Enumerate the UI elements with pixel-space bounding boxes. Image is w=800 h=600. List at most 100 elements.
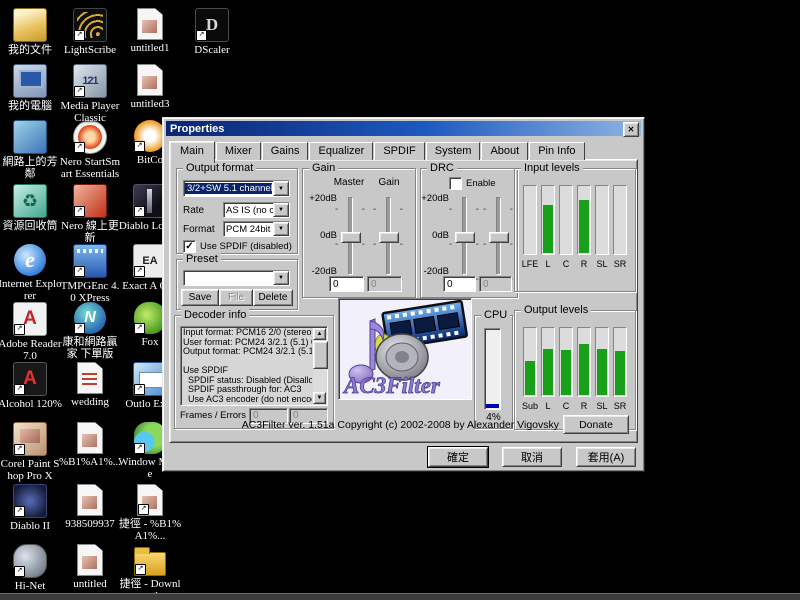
format-combo[interactable]: PCM 24bit ▼ [223, 221, 290, 237]
level-bar-sr [613, 185, 627, 255]
tab-pin-info[interactable]: Pin Info [529, 142, 584, 160]
version-text: AC3Filter ver. 1.51a Copyright (c) 2002-… [170, 419, 559, 431]
shortcut-arrow-icon: ↗ [14, 384, 25, 395]
tab-spdif[interactable]: SPDIF [374, 142, 424, 160]
output-format-group: Output format 3/2+SW 5.1 channels ▼ Rate… [176, 168, 298, 254]
close-button[interactable]: ✕ [623, 122, 639, 137]
desktop-icon-nero[interactable]: ↗Nero StartSmart Essentials [58, 120, 122, 180]
shortcut-arrow-icon: ↗ [134, 323, 145, 334]
slider-thumb[interactable] [489, 232, 509, 243]
master-value-input[interactable] [329, 276, 364, 292]
level-label: R [581, 401, 588, 411]
gain-slider[interactable] [381, 197, 395, 275]
desktop-icon-label: Internet Explorer [0, 278, 62, 302]
desktop-icon-tmpg[interactable]: ↗TMPGEnc 4.0 XPress [58, 244, 122, 304]
scroll-up-button[interactable]: ▲ [313, 328, 326, 340]
drc-slider-2[interactable] [491, 197, 505, 275]
level-label: SL [596, 401, 607, 411]
taskbar-edge [0, 593, 800, 600]
scroll-thumb[interactable] [313, 341, 328, 369]
desktop-icon-imgdoc[interactable]: untitled [58, 544, 122, 590]
desktop-icon-lightscribe[interactable]: ↗LightScribe [58, 8, 122, 56]
tab-about[interactable]: About [481, 142, 528, 160]
desktop-icon-ie[interactable]: Internet Explorer [0, 244, 62, 302]
slider-thumb[interactable] [341, 232, 361, 243]
level-column: LFE [522, 185, 538, 269]
desktop-icon-mpc[interactable]: ↗Media Player Classic [58, 64, 122, 124]
desktop-icon-imgdoc[interactable]: untitled1 [118, 8, 182, 54]
level-bar-r [577, 327, 591, 397]
tab-page: Output format 3/2+SW 5.1 channels ▼ Rate… [169, 159, 638, 443]
gain-title: Gain [309, 162, 338, 175]
doc-icon [77, 362, 103, 394]
ac3filter-logo-art: AC3Filter [339, 299, 469, 397]
preset-combo[interactable]: ▼ [183, 270, 290, 286]
apply-button[interactable]: 套用(A) [576, 447, 636, 467]
recycle-icon [13, 184, 47, 218]
drc-enable-checkbox[interactable]: ✓ [449, 177, 462, 190]
use-spdif-checkbox[interactable]: ✓ [183, 240, 196, 253]
desktop-icon-docs[interactable]: 我的文件 [0, 8, 62, 56]
desktop-icon-folder[interactable]: ↗捷徑 - Download [118, 544, 182, 600]
desktop-icon-network[interactable]: 網路上的芳鄰 [0, 120, 62, 180]
desktop-icon-alcohol[interactable]: ↗Alcohol 120% [0, 362, 62, 410]
dialog-titlebar[interactable]: Properties ✕ [166, 121, 641, 136]
desktop-icon-adobe[interactable]: ↗Adobe Reader 7.0 [0, 302, 62, 362]
desktop-icon-photo[interactable]: ↗Corel Paint Shop Pro X [0, 422, 62, 482]
desktop-icon-hinet[interactable]: ↗Hi-Net [0, 544, 62, 592]
scroll-down-icon: ▼ [317, 395, 323, 401]
tab-gains[interactable]: Gains [262, 142, 309, 160]
scroll-down-button[interactable]: ▼ [313, 392, 326, 404]
desktop-icon-computer[interactable]: 我的電腦 [0, 64, 62, 112]
desktop-icon-imgdoc[interactable]: 938509937 [58, 484, 122, 530]
save-button[interactable]: Save [181, 289, 219, 306]
shortcut-arrow-icon: ↗ [74, 206, 85, 217]
level-column: R [576, 327, 592, 411]
rate-combo-value: AS IS (no ch [224, 205, 273, 216]
master-slider[interactable] [343, 197, 357, 275]
scale-top: +20dB [309, 193, 337, 204]
desktop-icon-nero2[interactable]: ↗Nero 線上更新 [58, 184, 122, 244]
desktop-icon-dscaler[interactable]: ↗DScaler [180, 8, 244, 56]
decoder-info-title: Decoder info [181, 309, 249, 322]
diablo-icon: ↗ [13, 484, 47, 518]
rate-combo[interactable]: AS IS (no ch ▼ [223, 202, 290, 218]
cpu-group: CPU 4% [474, 315, 513, 429]
desktop-icon-recycle[interactable]: 資源回收筒 [0, 184, 62, 232]
desktop-icon-imgdoc[interactable]: ↗捷徑 - %B1%A1%... [118, 484, 182, 542]
tab-equalizer[interactable]: Equalizer [309, 142, 373, 160]
ok-button[interactable]: 確定 [428, 447, 488, 467]
desktop-icon-kanghe[interactable]: ↗康和網路贏家 下單版 [58, 302, 122, 360]
tab-main[interactable]: Main [169, 141, 215, 163]
channels-combo[interactable]: 3/2+SW 5.1 channels ▼ [183, 180, 290, 197]
cancel-button[interactable]: 取消 [502, 447, 562, 467]
slider-thumb[interactable] [379, 232, 399, 243]
desktop-icon-imgdoc[interactable]: %B1%A1%... [58, 422, 122, 468]
drc-value-input-1[interactable] [443, 276, 476, 292]
tab-system[interactable]: System [426, 142, 481, 160]
delete-button[interactable]: Delete [253, 289, 293, 306]
decoder-scrollbar[interactable]: ▲ ▼ [313, 328, 326, 404]
use-spdif-label: Use SPDIF (disabled) [200, 241, 292, 252]
desktop-icon-doc[interactable]: wedding [58, 362, 122, 408]
level-label: SL [596, 259, 607, 269]
shortcut-arrow-icon: ↗ [14, 506, 25, 517]
dscaler-icon: ↗ [195, 8, 229, 42]
dropdown-arrow-icon[interactable]: ▼ [273, 271, 289, 285]
shortcut-arrow-icon: ↗ [74, 86, 85, 97]
dropdown-arrow-icon[interactable]: ▼ [273, 181, 289, 196]
decoder-info-list[interactable]: Input format: PCM16 2/0 (stereo) 4User f… [180, 326, 328, 406]
cpu-meter [484, 328, 501, 410]
dropdown-arrow-icon[interactable]: ▼ [273, 203, 289, 217]
level-column: R [576, 185, 592, 269]
dropdown-arrow-icon[interactable]: ▼ [273, 222, 289, 236]
desktop-icon-diablo[interactable]: ↗Diablo II [0, 484, 62, 532]
level-label: C [563, 259, 570, 269]
format-combo-value: PCM 24bit [224, 224, 273, 235]
slider-thumb[interactable] [455, 232, 475, 243]
imgdoc-icon [137, 8, 163, 40]
donate-button[interactable]: Donate [563, 415, 629, 434]
desktop-icon-imgdoc[interactable]: untitled3 [118, 64, 182, 110]
drc-slider-1[interactable] [457, 197, 471, 275]
tab-mixer[interactable]: Mixer [216, 142, 261, 160]
